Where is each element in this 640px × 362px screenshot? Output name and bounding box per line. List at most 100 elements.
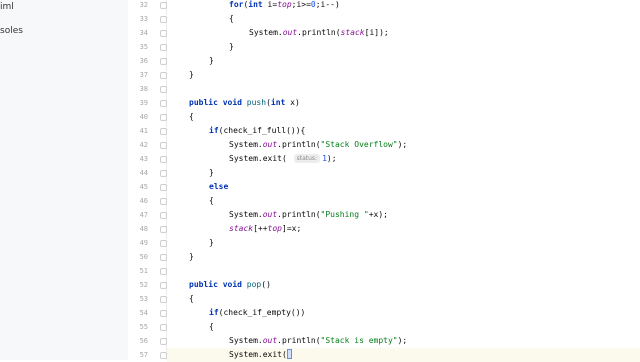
code-token: { [209, 322, 214, 331]
fold-marker-icon[interactable] [160, 58, 167, 65]
line-number: 56 [139, 337, 148, 345]
fold-marker-icon[interactable] [160, 324, 167, 331]
code-line[interactable]: System.exit( status: 1); [167, 152, 640, 166]
fold-marker-icon[interactable] [160, 16, 167, 23]
code-line[interactable]: { [167, 292, 640, 306]
code-token: if [209, 308, 219, 317]
code-token: .println( [277, 210, 321, 219]
code-line[interactable]: public void pop() [167, 278, 640, 292]
parameter-hint: status: [293, 154, 321, 163]
sidebar-item-consoles[interactable]: soles [0, 24, 23, 38]
fold-marker-icon[interactable] [160, 352, 167, 359]
line-number: 50 [139, 253, 148, 261]
code-token: ); [326, 154, 337, 163]
code-token: ;i--) [315, 0, 340, 9]
line-number: 42 [139, 141, 148, 149]
code-line[interactable]: stack[++top]=x; [167, 222, 640, 236]
line-number: 38 [139, 85, 148, 93]
code-line[interactable]: } [167, 236, 640, 250]
line-number: 54 [139, 309, 148, 317]
code-line[interactable]: if(check_if_full()){ [167, 124, 640, 138]
code-line[interactable]: } [167, 68, 640, 82]
code-line[interactable]: System.out.println("Pushing "+x); [167, 208, 640, 222]
fold-marker-icon[interactable] [160, 114, 167, 121]
code-token: { [189, 112, 194, 121]
code-token: } [229, 42, 234, 51]
fold-marker-icon[interactable] [160, 310, 167, 317]
code-token: i= [267, 0, 278, 9]
fold-marker-icon[interactable] [160, 198, 167, 205]
line-number: 43 [139, 155, 148, 163]
code-token: ]=x; [282, 224, 302, 233]
fold-marker-icon[interactable] [160, 86, 167, 93]
code-line[interactable] [167, 82, 640, 96]
fold-marker-icon[interactable] [160, 240, 167, 247]
fold-marker-icon[interactable] [160, 72, 167, 79]
code-line[interactable]: else [167, 180, 640, 194]
text-cursor [286, 349, 292, 359]
code-token: { [189, 294, 194, 303]
code-token: System. [229, 336, 263, 345]
code-line[interactable]: } [167, 166, 640, 180]
code-line[interactable]: System.out.println(stack[i]); [167, 26, 640, 40]
code-token: for [229, 0, 244, 9]
code-token: } [189, 252, 194, 261]
code-token: System. [249, 28, 283, 37]
line-number: 49 [139, 239, 148, 247]
fold-marker-icon[interactable] [160, 184, 167, 191]
code-line[interactable]: { [167, 12, 640, 26]
code-line[interactable]: } [167, 54, 640, 68]
code-token: () [261, 280, 271, 289]
sidebar-item-iml[interactable]: iml [0, 0, 14, 14]
fold-marker-icon[interactable] [160, 254, 167, 261]
code-token: [i]); [364, 28, 389, 37]
code-line[interactable]: for(int i=top;i>=0;i--) [167, 0, 640, 12]
code-token: { [229, 14, 234, 23]
code-token: [++ [253, 224, 268, 233]
code-line[interactable]: } [167, 40, 640, 54]
code-editor[interactable]: for(int i=top;i>=0;i--){System.out.print… [167, 0, 640, 362]
fold-marker-icon[interactable] [160, 170, 167, 177]
line-number: 35 [139, 43, 148, 51]
line-number: 47 [139, 211, 148, 219]
code-line[interactable]: System.out.println("Stack is empty"); [167, 334, 640, 348]
code-token: .println( [277, 140, 321, 149]
fold-marker-icon[interactable] [160, 226, 167, 233]
fold-marker-icon[interactable] [160, 338, 167, 345]
fold-marker-icon[interactable] [160, 212, 167, 219]
code-token: x) [290, 98, 300, 107]
fold-marker-icon[interactable] [160, 156, 167, 163]
fold-marker-icon[interactable] [160, 44, 167, 51]
code-line[interactable]: } [167, 250, 640, 264]
line-number: 55 [139, 323, 148, 331]
code-token: } [189, 70, 194, 79]
sidebar-item-label: iml [0, 2, 14, 12]
code-line[interactable]: { [167, 320, 640, 334]
code-token: (check_if_full()){ [218, 126, 306, 135]
code-token: top [277, 0, 292, 9]
code-token: ); [397, 336, 408, 345]
code-token: "Stack Overflow" [320, 140, 398, 149]
code-token: top [267, 224, 282, 233]
code-line[interactable]: public void push(int x) [167, 96, 640, 110]
code-token: .println( [277, 336, 321, 345]
code-line[interactable]: if(check_if_empty()) [167, 306, 640, 320]
fold-marker-icon[interactable] [160, 100, 167, 107]
code-line[interactable] [167, 264, 640, 278]
fold-marker-icon[interactable] [160, 2, 167, 9]
line-number: 44 [139, 169, 148, 177]
code-token: out [262, 210, 278, 219]
code-token: public void [189, 98, 247, 107]
line-number: 36 [139, 57, 148, 65]
code-line[interactable]: { [167, 194, 640, 208]
code-line[interactable]: System.out.println("Stack Overflow"); [167, 138, 640, 152]
fold-marker-icon[interactable] [160, 30, 167, 37]
code-token: ); [397, 140, 408, 149]
code-line[interactable]: { [167, 110, 640, 124]
fold-marker-icon[interactable] [160, 128, 167, 135]
fold-marker-icon[interactable] [160, 268, 167, 275]
fold-marker-icon[interactable] [160, 296, 167, 303]
code-token: System.exit( [229, 154, 292, 163]
fold-marker-icon[interactable] [160, 282, 167, 289]
fold-marker-icon[interactable] [160, 142, 167, 149]
